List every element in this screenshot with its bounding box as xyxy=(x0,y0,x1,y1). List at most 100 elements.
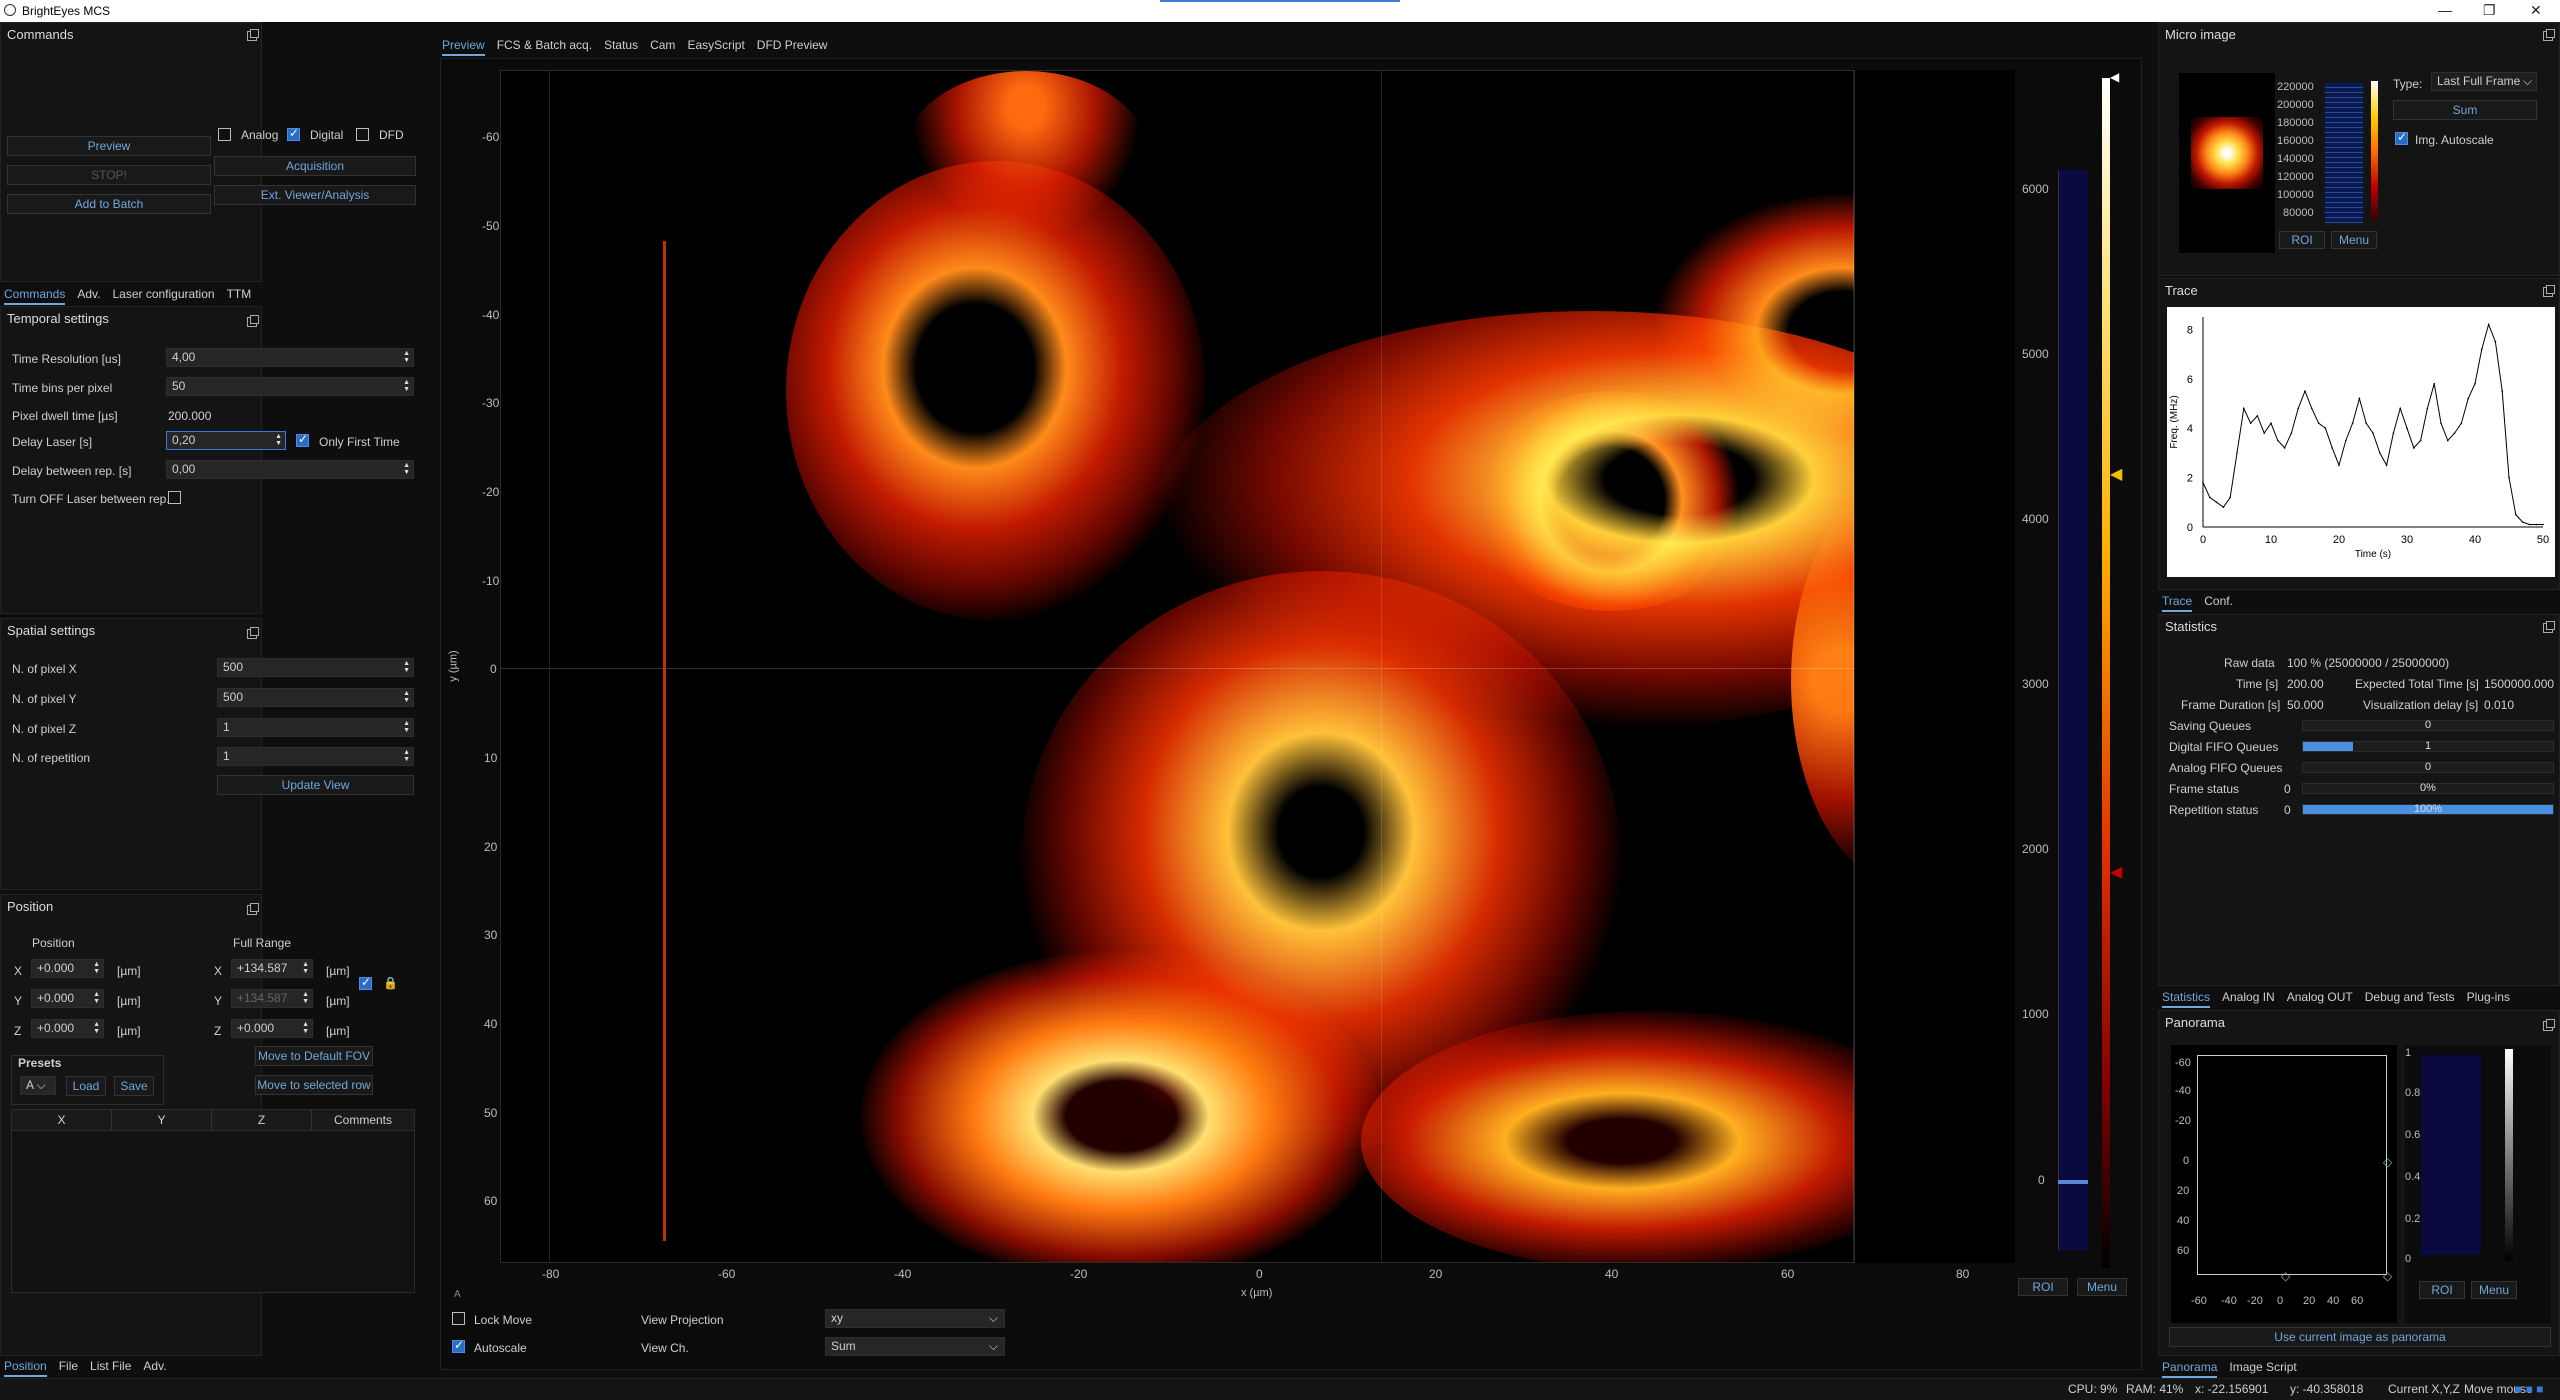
tab-fcs-batch[interactable]: FCS & Batch acq. xyxy=(497,38,592,52)
tab-dfd-preview[interactable]: DFD Preview xyxy=(757,38,828,52)
preview-button[interactable]: Preview xyxy=(7,136,211,156)
menu-button[interactable]: Menu xyxy=(2077,1278,2127,1296)
move-default-fov-button[interactable]: Move to Default FOV xyxy=(255,1046,373,1066)
only-first-time-checkbox[interactable] xyxy=(296,432,309,447)
tab-image-script[interactable]: Image Script xyxy=(2229,1360,2296,1374)
tab-adv[interactable]: Adv. xyxy=(143,1359,166,1373)
undock-icon[interactable] xyxy=(2543,1019,2555,1031)
view-projection-select[interactable]: xy ⌵ xyxy=(825,1309,1005,1328)
max-handle-icon[interactable]: ◀ xyxy=(2110,70,2119,84)
close-icon[interactable]: ✕ xyxy=(2530,2,2542,19)
view-channel-select[interactable]: Sum ⌵ xyxy=(825,1337,1005,1356)
trace-y-tick: 4 xyxy=(2187,423,2193,435)
turn-off-checkbox[interactable] xyxy=(168,491,181,504)
dfd-checkbox[interactable] xyxy=(356,128,369,141)
stop-button[interactable]: STOP! xyxy=(7,165,211,185)
tab-file[interactable]: File xyxy=(59,1359,78,1373)
tab-status[interactable]: Status xyxy=(604,38,638,52)
tab-preview[interactable]: Preview xyxy=(442,38,485,56)
tab-trace[interactable]: Trace xyxy=(2162,594,2193,612)
spatial-title: Spatial settings xyxy=(7,623,96,638)
digital-checkbox[interactable] xyxy=(287,126,300,141)
tab-cam[interactable]: Cam xyxy=(650,38,675,52)
col-y[interactable]: Y xyxy=(112,1110,212,1130)
minimize-icon[interactable]: — xyxy=(2438,2,2452,18)
img-autoscale-checkbox[interactable] xyxy=(2395,130,2408,145)
ext-viewer-button[interactable]: Ext. Viewer/Analysis xyxy=(214,185,416,205)
update-view-button[interactable]: Update View xyxy=(217,775,414,795)
micro-roi-button[interactable]: ROI xyxy=(2279,231,2325,249)
lock-move-checkbox[interactable] xyxy=(452,1312,465,1325)
tab-conf[interactable]: Conf. xyxy=(2204,594,2233,608)
delay-rep-field[interactable]: 0,00 ▲ ▼ xyxy=(166,460,414,479)
maximize-icon[interactable]: ❐ xyxy=(2483,2,2496,19)
add-to-batch-button[interactable]: Add to Batch xyxy=(7,194,211,214)
panorama-roi-button[interactable]: ROI xyxy=(2419,1281,2465,1299)
tab-panorama[interactable]: Panorama xyxy=(2162,1360,2218,1378)
pos-y-field[interactable]: +0.000 ▲ ▼ xyxy=(31,989,104,1008)
save-button[interactable]: Save xyxy=(114,1076,154,1096)
tab-ttm[interactable]: TTM xyxy=(227,287,252,301)
range-x-field[interactable]: +134.587 ▲ ▼ xyxy=(231,959,313,978)
lock-checkbox[interactable] xyxy=(359,975,372,990)
tab-analog-out[interactable]: Analog OUT xyxy=(2287,990,2353,1004)
tab-statistics[interactable]: Statistics xyxy=(2162,990,2211,1008)
time-bins-field[interactable]: 50 ▲ ▼ xyxy=(166,377,414,396)
trace-point xyxy=(2290,432,2293,434)
npz-field[interactable]: 1 ▲ ▼ xyxy=(217,718,414,737)
delay-laser-field[interactable]: 0,20 ▲ ▼ xyxy=(166,431,286,450)
npy-field[interactable]: 500 ▲ ▼ xyxy=(217,688,414,707)
acquisition-button[interactable]: Acquisition xyxy=(214,156,416,176)
use-current-panorama-button[interactable]: Use current image as panorama xyxy=(2169,1327,2551,1347)
pan-cbar-tick: 0.8 xyxy=(2405,1087,2421,1099)
low-handle-icon[interactable]: ◀ xyxy=(2110,862,2122,882)
trace-point xyxy=(2501,390,2503,392)
undock-icon[interactable] xyxy=(247,903,259,915)
col-x[interactable]: X xyxy=(12,1110,112,1130)
micro-image-view[interactable] xyxy=(2179,73,2275,253)
trace-chart[interactable]: 0 2 4 6 8 0 10 20 30 40 50 Freq. (MHz) Time (s) xyxy=(2167,307,2555,577)
nrep-field[interactable]: 1 ▲ ▼ xyxy=(217,747,414,766)
undock-icon[interactable] xyxy=(247,29,259,41)
undock-icon[interactable] xyxy=(2543,285,2555,297)
autoscale-checkbox[interactable] xyxy=(452,1338,465,1353)
left-tabs: Commands Adv. Laser configuration TTM xyxy=(4,287,263,305)
analog-checkbox[interactable] xyxy=(218,128,231,141)
undock-icon[interactable] xyxy=(2543,29,2555,41)
col-z[interactable]: Z xyxy=(212,1110,312,1130)
load-button[interactable]: Load xyxy=(66,1076,106,1096)
panorama-plot[interactable]: ◇ ◇ ◇ -60 -40 -20 0 20 40 60 -60 -40 -20… xyxy=(2171,1045,2397,1323)
tab-plug-ins[interactable]: Plug-ins xyxy=(2467,990,2510,1004)
tab-laser-configuration[interactable]: Laser configuration xyxy=(112,287,214,301)
range-z-field[interactable]: +0.000 ▲ ▼ xyxy=(231,1019,313,1038)
time-resolution-field[interactable]: 4,00 ▲ ▼ xyxy=(166,348,414,367)
tab-analog-in[interactable]: Analog IN xyxy=(2222,990,2275,1004)
micro-menu-button[interactable]: Menu xyxy=(2331,231,2377,249)
col-comments[interactable]: Comments xyxy=(312,1110,414,1130)
presets-table[interactable]: X Y Z Comments xyxy=(11,1109,415,1293)
sum-button[interactable]: Sum xyxy=(2393,100,2537,120)
tab-list-file[interactable]: List File xyxy=(90,1359,131,1373)
range-y-field[interactable]: +134.587 ▲ ▼ xyxy=(231,989,313,1008)
tab-commands[interactable]: Commands xyxy=(4,287,66,305)
autorange-icon[interactable]: A xyxy=(454,1289,461,1300)
npx-field[interactable]: 500 ▲ ▼ xyxy=(217,658,414,677)
pan-x-tick: 0 xyxy=(2277,1295,2284,1307)
preset-select[interactable]: A ⌵ xyxy=(20,1076,56,1095)
roi-button[interactable]: ROI xyxy=(2018,1278,2068,1296)
pos-z-field[interactable]: +0.000 ▲ ▼ xyxy=(31,1019,104,1038)
trace-point xyxy=(2433,382,2435,385)
pos-x-field[interactable]: +0.000 ▲ ▼ xyxy=(31,959,104,978)
panorama-menu-button[interactable]: Menu xyxy=(2471,1281,2517,1299)
tab-debug-tests[interactable]: Debug and Tests xyxy=(2365,990,2455,1004)
undock-icon[interactable] xyxy=(247,627,259,639)
undock-icon[interactable] xyxy=(2543,621,2555,633)
mid-handle-icon[interactable]: ◀ xyxy=(2110,464,2122,484)
move-selected-row-button[interactable]: Move to selected row xyxy=(255,1075,373,1095)
tab-position[interactable]: Position xyxy=(4,1359,47,1377)
undock-icon[interactable] xyxy=(247,315,259,327)
main-image[interactable] xyxy=(500,70,1855,1263)
tab-easyscript[interactable]: EasyScript xyxy=(687,38,744,52)
type-select[interactable]: Last Full Frame ⌵ xyxy=(2431,72,2537,91)
tab-adv[interactable]: Adv. xyxy=(77,287,100,301)
